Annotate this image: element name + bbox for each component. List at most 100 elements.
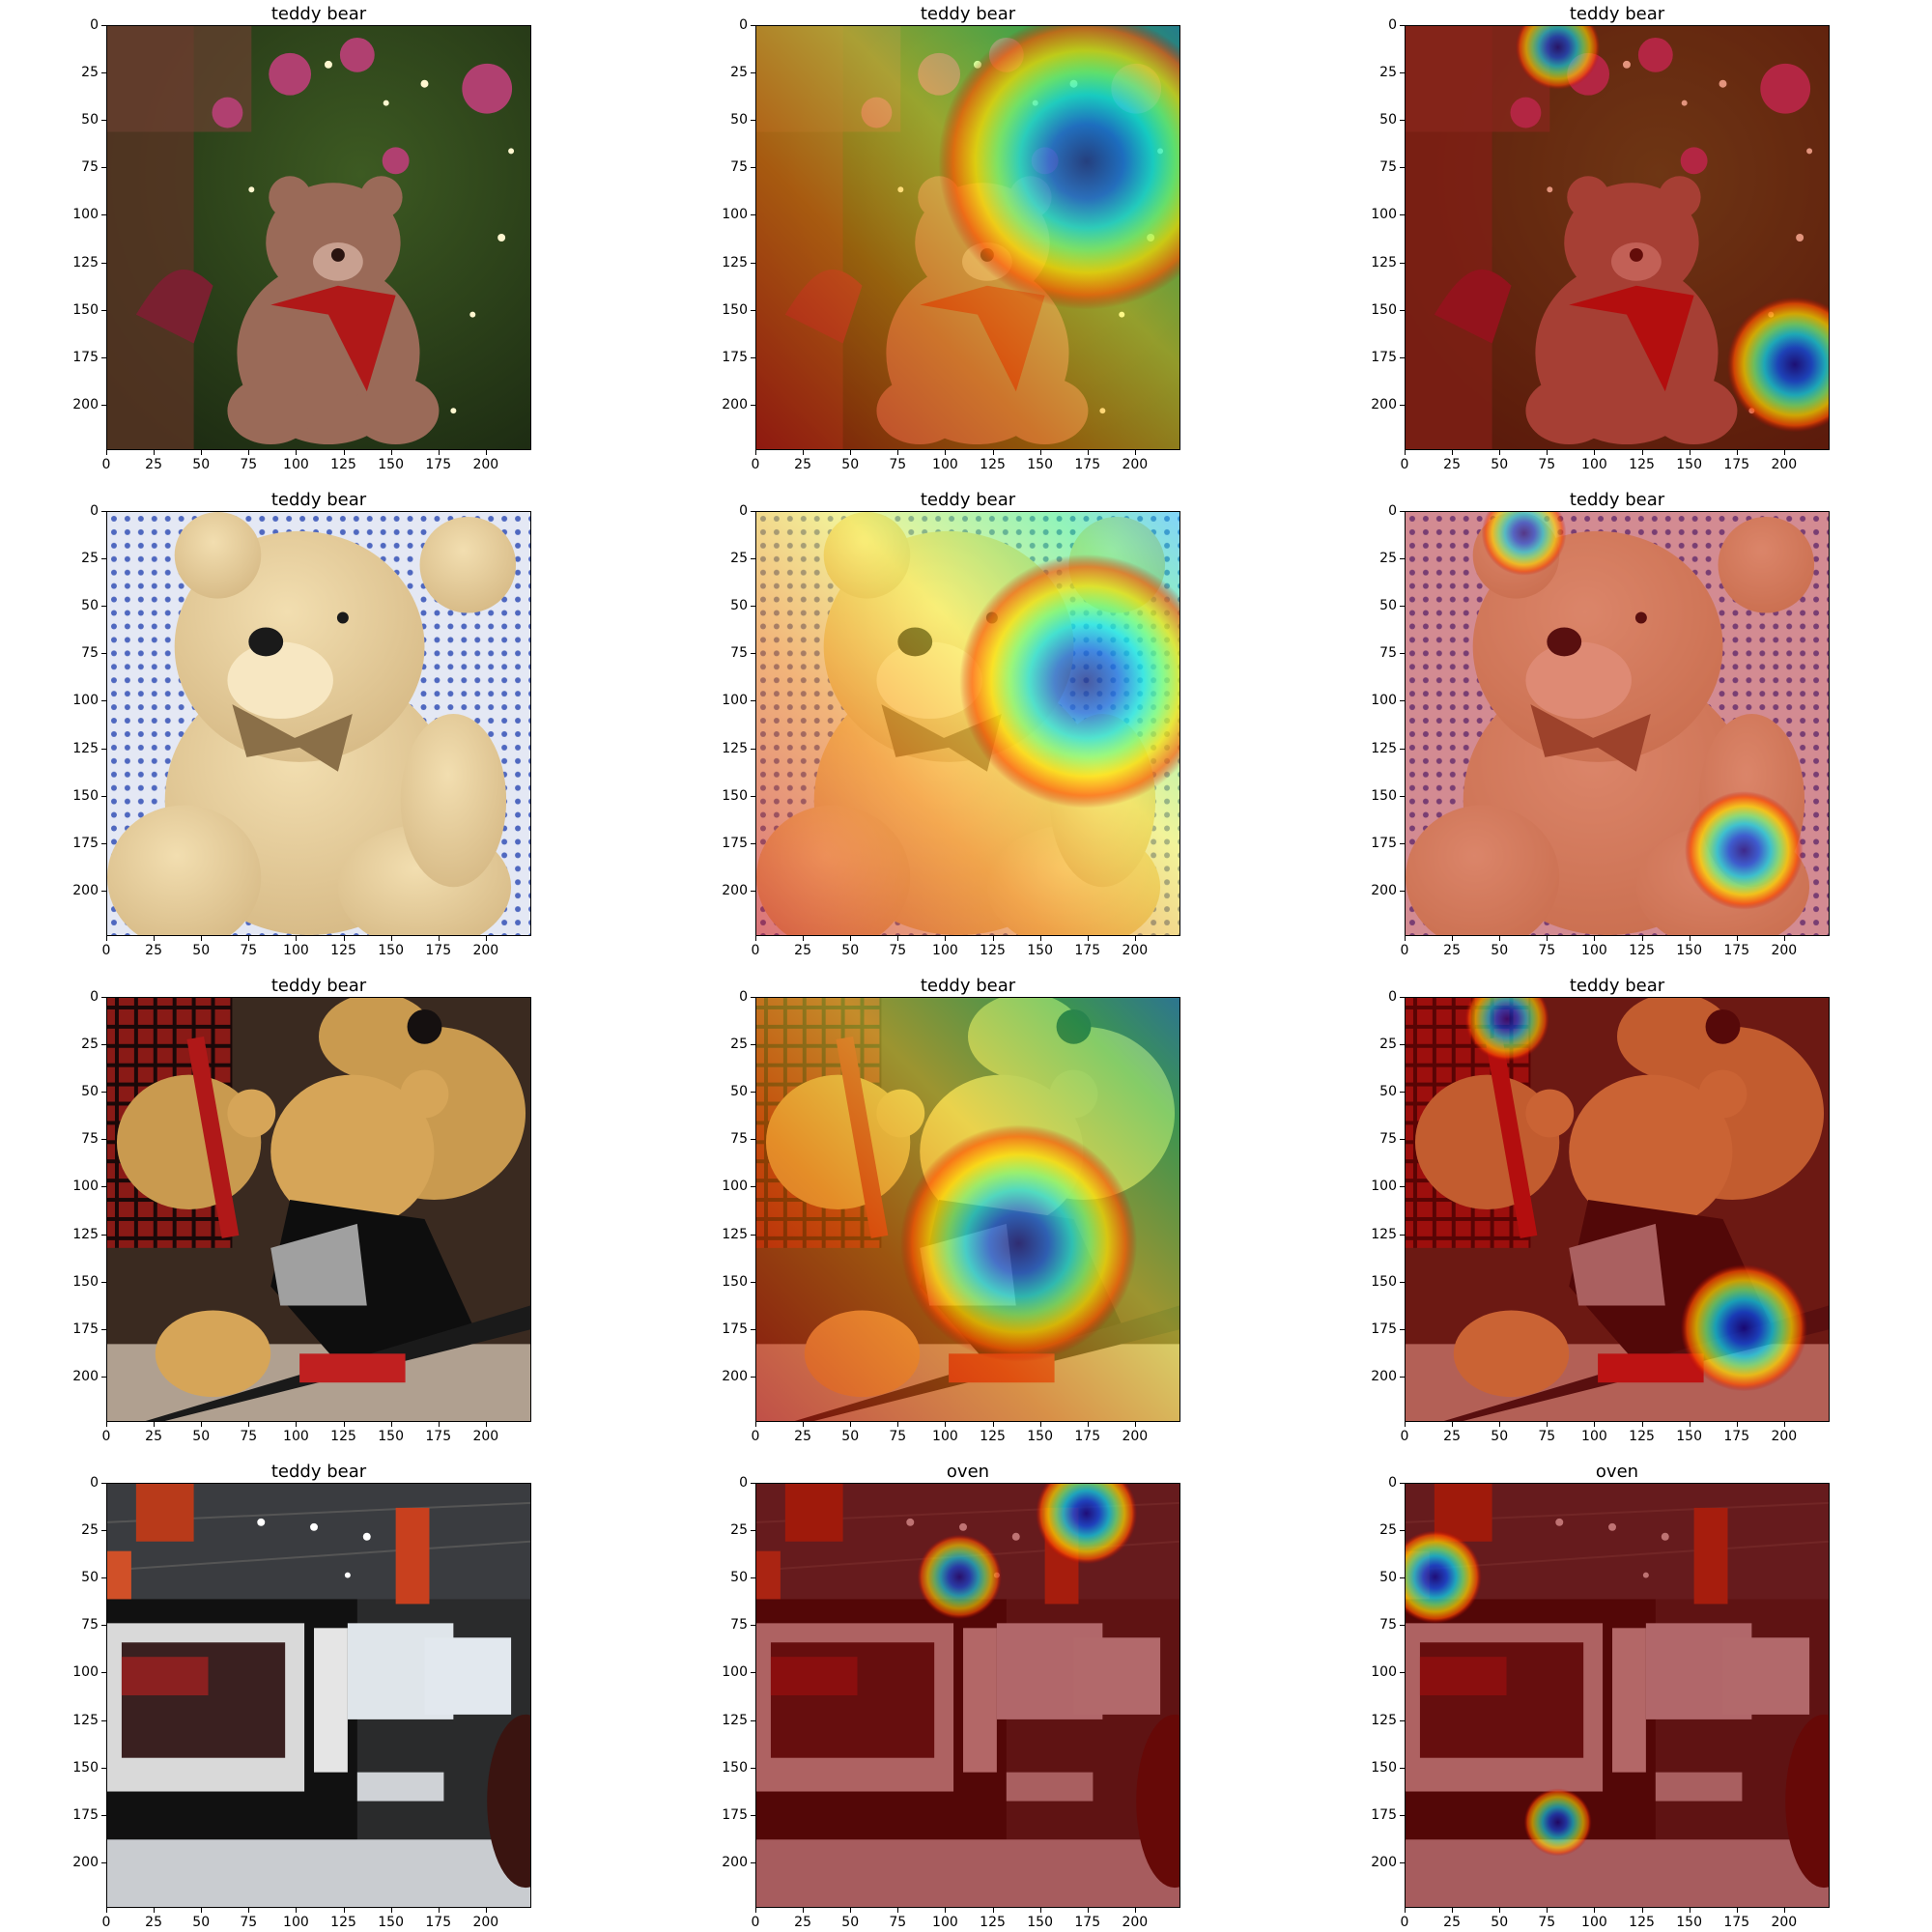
y-tick-mark bbox=[751, 1719, 755, 1721]
y-tick-label: 50 bbox=[81, 1570, 99, 1586]
x-tick-label: 50 bbox=[1491, 1915, 1509, 1930]
image-frame bbox=[1405, 511, 1830, 936]
x-tick-mark bbox=[803, 1908, 805, 1913]
y-tick-mark bbox=[1400, 1767, 1405, 1769]
y-tick-label: 100 bbox=[722, 1664, 748, 1681]
photo-hockey-bears bbox=[756, 998, 1179, 1421]
x-tick-label: 100 bbox=[283, 457, 309, 472]
y-tick-mark bbox=[751, 558, 755, 560]
x-tick-mark bbox=[106, 450, 107, 455]
y-tick-label: 125 bbox=[1371, 740, 1397, 756]
x-tick-label: 175 bbox=[1074, 943, 1101, 958]
x-tick-mark bbox=[1594, 450, 1596, 455]
panel-title: teddy bear bbox=[920, 976, 1016, 996]
x-tick-mark bbox=[485, 1422, 487, 1427]
x-tick-mark bbox=[296, 1422, 298, 1427]
y-tick-label: 50 bbox=[1379, 1084, 1397, 1100]
photo-microwave-office bbox=[756, 1484, 1179, 1907]
x-tick-label: 50 bbox=[1491, 1429, 1509, 1444]
y-tick-label: 150 bbox=[722, 787, 748, 804]
x-tick-label: 0 bbox=[751, 943, 760, 958]
y-tick-mark bbox=[101, 1483, 106, 1484]
y-tick-label: 150 bbox=[722, 1273, 748, 1290]
heatmap-panel-r2-c1: teddy bear 0 25 50 75 100 125 150 175 20… bbox=[72, 492, 531, 957]
y-tick-mark bbox=[1400, 214, 1405, 216]
x-tick-mark bbox=[1087, 1908, 1089, 1913]
x-tick-label: 200 bbox=[1122, 457, 1149, 472]
x-tick-mark bbox=[390, 936, 392, 941]
y-tick-mark bbox=[101, 1672, 106, 1674]
y-tick-mark bbox=[1400, 606, 1405, 608]
x-tick-label: 100 bbox=[1581, 457, 1607, 472]
y-tick-label: 100 bbox=[722, 207, 748, 223]
y-tick-mark bbox=[1400, 1186, 1405, 1188]
y-tick-mark bbox=[751, 1530, 755, 1532]
x-tick-mark bbox=[1547, 450, 1548, 455]
y-tick-label: 150 bbox=[1371, 1273, 1397, 1290]
x-tick-mark bbox=[1134, 1422, 1136, 1427]
x-tick-label: 75 bbox=[889, 1429, 907, 1444]
y-tick-label: 150 bbox=[1371, 301, 1397, 318]
y-tick-label: 50 bbox=[730, 112, 748, 128]
y-tick-mark bbox=[751, 1625, 755, 1627]
x-tick-mark bbox=[755, 1908, 756, 1913]
y-tick-mark bbox=[1400, 72, 1405, 74]
y-tick-mark bbox=[751, 997, 755, 998]
x-tick-label: 25 bbox=[794, 943, 811, 958]
photo-microwave-office bbox=[1406, 1484, 1829, 1907]
x-tick-mark bbox=[1087, 936, 1089, 941]
y-tick-label: 150 bbox=[722, 301, 748, 318]
x-tick-label: 200 bbox=[1122, 943, 1149, 958]
x-tick-mark bbox=[1452, 936, 1454, 941]
y-tick-label: 125 bbox=[72, 254, 99, 270]
x-tick-mark bbox=[945, 936, 947, 941]
y-tick-mark bbox=[1400, 890, 1405, 892]
x-tick-label: 200 bbox=[1122, 1429, 1149, 1444]
x-tick-label: 150 bbox=[378, 1429, 404, 1444]
x-tick-mark bbox=[850, 450, 852, 455]
y-tick-label: 175 bbox=[722, 349, 748, 365]
y-tick-mark bbox=[101, 1719, 106, 1721]
panel-title: teddy bear bbox=[270, 976, 367, 996]
x-tick-label: 175 bbox=[1723, 1429, 1750, 1444]
y-tick-label: 150 bbox=[72, 1273, 99, 1290]
heatmap-panel-r3-c2: teddy bear 0 25 50 75 100 125 150 175 20… bbox=[722, 978, 1180, 1443]
x-tick-label: 0 bbox=[1400, 457, 1409, 472]
y-tick-label: 175 bbox=[72, 349, 99, 365]
y-tick-mark bbox=[101, 653, 106, 655]
x-tick-mark bbox=[1452, 1908, 1454, 1913]
x-tick-mark bbox=[1405, 936, 1406, 941]
y-tick-label: 25 bbox=[81, 65, 99, 81]
x-tick-mark bbox=[390, 1422, 392, 1427]
x-tick-label: 150 bbox=[1676, 1915, 1702, 1930]
y-tick-mark bbox=[1400, 1483, 1405, 1484]
x-tick-label: 100 bbox=[932, 1429, 958, 1444]
x-tick-label: 25 bbox=[794, 457, 811, 472]
photo-hockey-bears bbox=[1406, 998, 1829, 1421]
y-tick-label: 200 bbox=[1371, 1368, 1397, 1384]
x-tick-mark bbox=[1783, 1422, 1785, 1427]
y-tick-mark bbox=[1400, 748, 1405, 750]
y-tick-label: 100 bbox=[72, 1664, 99, 1681]
y-tick-mark bbox=[101, 997, 106, 998]
x-tick-mark bbox=[1499, 450, 1501, 455]
x-tick-label: 0 bbox=[101, 457, 111, 472]
x-tick-label: 175 bbox=[1723, 1915, 1750, 1930]
y-tick-label: 0 bbox=[90, 17, 99, 33]
y-tick-label: 200 bbox=[722, 396, 748, 412]
y-tick-mark bbox=[101, 890, 106, 892]
y-tick-mark bbox=[751, 1376, 755, 1378]
x-tick-mark bbox=[248, 1422, 250, 1427]
x-tick-label: 125 bbox=[330, 457, 356, 472]
y-tick-label: 175 bbox=[72, 835, 99, 851]
y-tick-mark bbox=[751, 1281, 755, 1283]
x-tick-mark bbox=[343, 1908, 345, 1913]
y-tick-label: 100 bbox=[1371, 1664, 1397, 1681]
y-tick-label: 25 bbox=[730, 1037, 748, 1053]
heatmap-panel-r1-c3: teddy bear 0 25 50 75 100 125 150 175 20… bbox=[1371, 6, 1830, 471]
y-tick-label: 125 bbox=[722, 254, 748, 270]
panel-title: teddy bear bbox=[1569, 4, 1665, 24]
y-tick-label: 175 bbox=[1371, 835, 1397, 851]
photo-cream-bear-lace bbox=[1406, 512, 1829, 935]
photo-cream-bear-lace bbox=[756, 512, 1179, 935]
